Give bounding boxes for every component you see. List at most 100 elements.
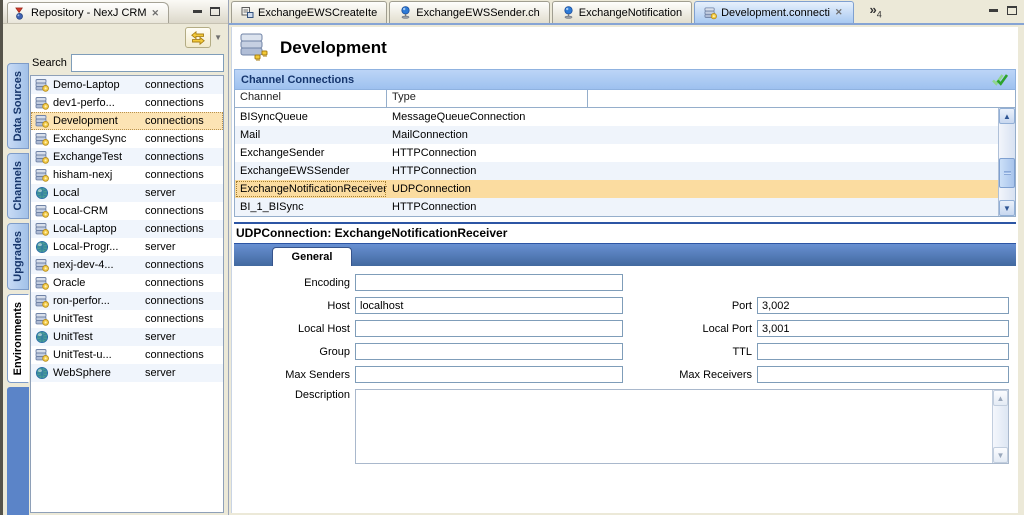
tree-item[interactable]: Demo-Laptopconnections bbox=[31, 76, 223, 94]
description-field[interactable]: ▲ ▼ bbox=[355, 389, 1009, 464]
host-field[interactable] bbox=[355, 297, 623, 314]
tab-strip-filler bbox=[7, 387, 29, 515]
repository-icon bbox=[13, 6, 27, 20]
editor-tab-exchangeewssender-ch[interactable]: ExchangeEWSSender.ch bbox=[389, 1, 550, 23]
channel-icon bbox=[399, 6, 412, 19]
tree-item-type: server bbox=[145, 331, 221, 343]
tree-item[interactable]: ExchangeSyncconnections bbox=[31, 130, 223, 148]
view-title: Repository - NexJ CRM bbox=[31, 7, 147, 19]
form-row: HostPort bbox=[234, 297, 1016, 314]
repository-titlebar: Repository - NexJ CRM ✕ bbox=[3, 0, 228, 24]
tree-item[interactable]: UnitTestconnections bbox=[31, 310, 223, 328]
cell-channel: ExchangeEWSSender bbox=[235, 162, 387, 180]
search-input[interactable] bbox=[71, 54, 224, 72]
local-host-label: Local Host bbox=[234, 323, 355, 335]
repository-toolbar: ▼ bbox=[3, 24, 228, 51]
tree-item[interactable]: Local-CRMconnections bbox=[31, 202, 223, 220]
description-scrollbar[interactable]: ▲ ▼ bbox=[992, 390, 1008, 463]
tree-item[interactable]: Oracleconnections bbox=[31, 274, 223, 292]
cell-empty bbox=[588, 108, 998, 126]
editor-maximize-icon[interactable] bbox=[1007, 6, 1017, 15]
tree-item[interactable]: nexj-dev-4...connections bbox=[31, 256, 223, 274]
tree-item[interactable]: UnitTest server bbox=[31, 328, 223, 346]
group-field[interactable] bbox=[355, 343, 623, 360]
table-row[interactable]: BI_1_BISyncHTTPConnection bbox=[235, 198, 998, 216]
table-scrollbar[interactable]: ▲ ▼ bbox=[998, 108, 1015, 216]
port-field[interactable] bbox=[757, 297, 1009, 314]
tree-item-name: Local-Progr... bbox=[53, 241, 141, 253]
table-row[interactable]: BISyncQueueMessageQueueConnection bbox=[235, 108, 998, 126]
cell-channel: ExchangeNotificationReceiver bbox=[235, 180, 387, 198]
tree-item[interactable]: WebSphereserver bbox=[31, 364, 223, 382]
server-icon bbox=[35, 186, 49, 200]
column-header-channel[interactable]: Channel bbox=[235, 90, 387, 107]
sidebar-tab-channels[interactable]: Channels bbox=[7, 153, 29, 219]
sidebar-tab-label: Environments bbox=[12, 302, 24, 375]
tree-item-type: server bbox=[145, 187, 221, 199]
table-row[interactable]: ExchangeEWSSenderHTTPConnection bbox=[235, 162, 998, 180]
cell-channel: ExchangeSender bbox=[235, 144, 387, 162]
tree-item-type: connections bbox=[145, 169, 221, 181]
tree-item-name: UnitTest bbox=[53, 331, 141, 343]
tree-item[interactable]: ExchangeTestconnections bbox=[31, 148, 223, 166]
connections-icon bbox=[35, 276, 49, 290]
editor-tab-bar: ExchangeEWSCreateIte ExchangeEWSSender.ch… bbox=[229, 0, 1024, 25]
tree-item-name: Oracle bbox=[53, 277, 141, 289]
view-minimize-icon[interactable] bbox=[193, 10, 202, 13]
connections-icon bbox=[35, 132, 49, 146]
tree-item-name: Local-Laptop bbox=[53, 223, 141, 235]
column-header-type[interactable]: Type bbox=[387, 90, 588, 107]
scroll-down-icon[interactable]: ▼ bbox=[993, 447, 1008, 463]
editor-minimize-icon[interactable] bbox=[989, 9, 998, 12]
scroll-down-icon[interactable]: ▼ bbox=[999, 200, 1015, 216]
max-receivers-field[interactable] bbox=[757, 366, 1009, 383]
editor-tab-exchangenotification[interactable]: ExchangeNotification bbox=[552, 1, 692, 23]
sidebar-tab-environments[interactable]: Environments bbox=[7, 294, 29, 383]
connections-icon bbox=[35, 294, 49, 308]
tree-item[interactable]: hisham-nexjconnections bbox=[31, 166, 223, 184]
tree-item[interactable]: Localserver bbox=[31, 184, 223, 202]
link-with-editor-button[interactable] bbox=[185, 27, 211, 48]
tab-general[interactable]: General bbox=[272, 247, 352, 266]
tab-overflow-chevron[interactable]: »4 bbox=[870, 2, 882, 20]
tree-item[interactable]: UnitTest-u...connections bbox=[31, 346, 223, 364]
local-port-field[interactable] bbox=[757, 320, 1009, 337]
view-menu-icon[interactable]: ▼ bbox=[214, 33, 222, 42]
sidebar-tab-data-sources[interactable]: Data Sources bbox=[7, 63, 29, 149]
editor-tab-label: ExchangeEWSCreateIte bbox=[258, 7, 377, 19]
page-title: Development bbox=[280, 38, 387, 58]
encoding-field[interactable] bbox=[355, 274, 623, 291]
repository-view-tab[interactable]: Repository - NexJ CRM ✕ bbox=[7, 2, 169, 23]
editor-tab-development-connecti[interactable]: Development.connecti✕ bbox=[694, 1, 853, 23]
tree-item-name: dev1-perfo... bbox=[53, 97, 141, 109]
scroll-up-icon[interactable]: ▲ bbox=[993, 390, 1008, 406]
scrollbar-thumb[interactable] bbox=[999, 158, 1015, 188]
editor-tab-label: ExchangeEWSSender.ch bbox=[416, 7, 540, 19]
tree-item[interactable]: dev1-perfo...connections bbox=[31, 94, 223, 112]
sidebar-tab-upgrades[interactable]: Upgrades bbox=[7, 223, 29, 290]
local-host-field[interactable] bbox=[355, 320, 623, 337]
tree-item[interactable]: Developmentconnections bbox=[31, 112, 223, 130]
layer-tab-strip: Data Sources Channels Upgrades Environments bbox=[3, 51, 30, 515]
table-row[interactable]: MailMailConnection bbox=[235, 126, 998, 144]
view-maximize-icon[interactable] bbox=[210, 7, 220, 16]
table-row[interactable]: ExchangeSenderHTTPConnection bbox=[235, 144, 998, 162]
tree-item[interactable]: ron-perfor...connections bbox=[31, 292, 223, 310]
tree-item-name: UnitTest-u... bbox=[53, 349, 141, 361]
tab-close-icon[interactable]: ✕ bbox=[834, 7, 844, 18]
max-senders-field[interactable] bbox=[355, 366, 623, 383]
cell-empty bbox=[588, 162, 998, 180]
table-row[interactable]: ExchangeNotificationReceiverUDPConnectio… bbox=[235, 180, 998, 198]
general-form: EncodingHostPortLocal HostLocal PortGrou… bbox=[234, 266, 1016, 383]
mclass-icon bbox=[241, 6, 254, 19]
connections-icon bbox=[35, 222, 49, 236]
tree-item[interactable]: Local-Laptopconnections bbox=[31, 220, 223, 238]
tree-item-name: ron-perfor... bbox=[53, 295, 141, 307]
scroll-up-icon[interactable]: ▲ bbox=[999, 108, 1015, 124]
cell-channel: BISyncQueue bbox=[235, 108, 387, 126]
editor-tab-exchangeewscreateite[interactable]: ExchangeEWSCreateIte bbox=[231, 1, 387, 23]
view-close-icon[interactable]: ✕ bbox=[151, 8, 161, 19]
ttl-field[interactable] bbox=[757, 343, 1009, 360]
tree-item[interactable]: Local-Progr...server bbox=[31, 238, 223, 256]
scrollbar-track[interactable] bbox=[999, 124, 1015, 200]
